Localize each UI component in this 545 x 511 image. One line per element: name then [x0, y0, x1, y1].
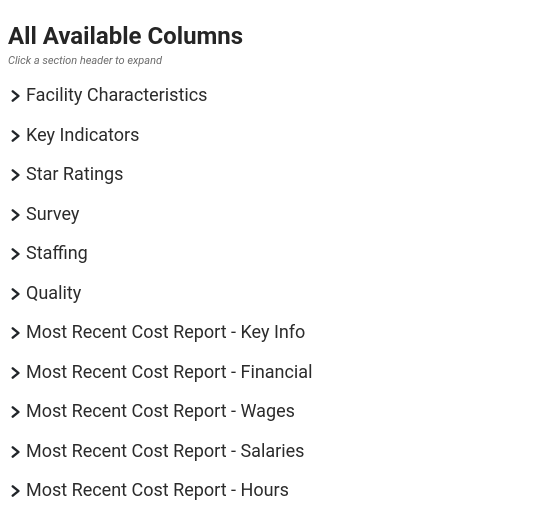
section-label: Quality	[26, 283, 81, 306]
section-label: Most Recent Cost Report - Key Info	[26, 322, 305, 345]
section-label: Most Recent Cost Report - Wages	[26, 401, 295, 424]
chevron-right-icon	[8, 484, 22, 498]
section-header-facility-characteristics[interactable]: Facility Characteristics	[8, 85, 537, 108]
section-header-cost-report-financial[interactable]: Most Recent Cost Report - Financial	[8, 362, 537, 385]
section-label: Most Recent Cost Report - Salaries	[26, 441, 304, 464]
section-header-staffing[interactable]: Staffing	[8, 243, 537, 266]
section-label: Staffing	[26, 243, 88, 266]
section-header-cost-report-key-info[interactable]: Most Recent Cost Report - Key Info	[8, 322, 537, 345]
chevron-right-icon	[8, 326, 22, 340]
section-label: Facility Characteristics	[26, 85, 207, 108]
chevron-right-icon	[8, 208, 22, 222]
section-header-key-indicators[interactable]: Key Indicators	[8, 125, 537, 148]
chevron-right-icon	[8, 445, 22, 459]
section-header-star-ratings[interactable]: Star Ratings	[8, 164, 537, 187]
section-label: Key Indicators	[26, 125, 139, 148]
chevron-right-icon	[8, 287, 22, 301]
chevron-right-icon	[8, 366, 22, 380]
chevron-right-icon	[8, 129, 22, 143]
chevron-right-icon	[8, 405, 22, 419]
chevron-right-icon	[8, 168, 22, 182]
section-list: Facility Characteristics Key Indicators …	[8, 85, 537, 503]
section-label: Most Recent Cost Report - Financial	[26, 362, 312, 385]
section-header-survey[interactable]: Survey	[8, 204, 537, 227]
page-title: All Available Columns	[8, 22, 537, 50]
chevron-right-icon	[8, 89, 22, 103]
section-header-cost-report-hours[interactable]: Most Recent Cost Report - Hours	[8, 480, 537, 503]
section-header-cost-report-wages[interactable]: Most Recent Cost Report - Wages	[8, 401, 537, 424]
section-label: Survey	[26, 204, 79, 227]
section-header-cost-report-salaries[interactable]: Most Recent Cost Report - Salaries	[8, 441, 537, 464]
section-label: Star Ratings	[26, 164, 123, 187]
chevron-right-icon	[8, 247, 22, 261]
section-header-quality[interactable]: Quality	[8, 283, 537, 306]
section-label: Most Recent Cost Report - Hours	[26, 480, 289, 503]
page-subtitle: Click a section header to expand	[8, 54, 537, 67]
